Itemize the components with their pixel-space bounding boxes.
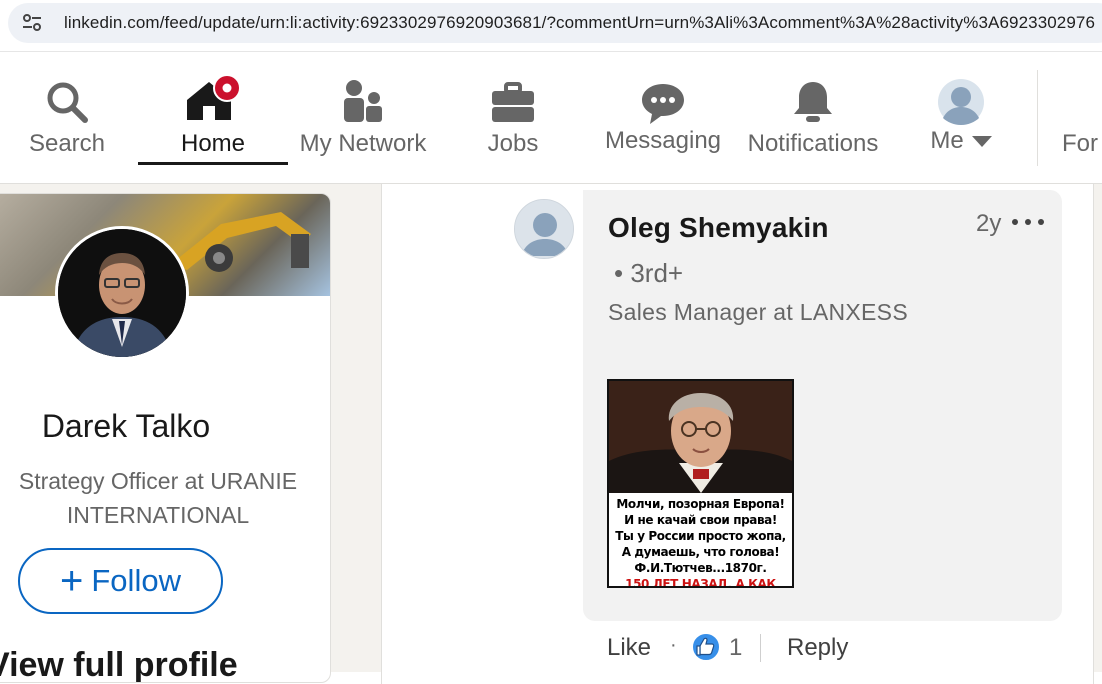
nav-notifications[interactable]: Notifications xyxy=(740,52,886,184)
nav-label: Jobs xyxy=(487,130,539,157)
profile-photo-graphic xyxy=(58,229,186,357)
bell-icon xyxy=(794,82,832,122)
caption-line: 150 ЛЕТ НАЗАД, А КАК xyxy=(625,577,776,588)
nav-divider xyxy=(1037,70,1038,166)
nav-for-business[interactable]: For xyxy=(1062,52,1102,184)
reaction-count[interactable]: 1 xyxy=(729,634,742,662)
like-button[interactable]: Like xyxy=(607,634,651,662)
thumbs-up-icon[interactable] xyxy=(691,632,721,662)
caption-line: А думаешь, что голова! xyxy=(621,545,780,559)
network-icon xyxy=(344,80,382,122)
notification-badge-dot xyxy=(222,83,232,93)
site-settings-icon[interactable] xyxy=(22,14,42,32)
caption-line: Молчи, позорная Европа! xyxy=(616,497,785,511)
caption-line: Ты у России просто жопа, xyxy=(615,529,786,543)
nav-my-network[interactable]: My Network xyxy=(292,52,434,184)
follow-label: Follow xyxy=(91,563,181,598)
nav-messaging[interactable]: Messaging xyxy=(600,52,726,184)
url-text[interactable]: linkedin.com/feed/update/urn:li:activity… xyxy=(64,13,1095,33)
avatar-placeholder-icon xyxy=(515,200,573,258)
briefcase-icon xyxy=(492,82,534,122)
portrait-painting xyxy=(609,381,792,493)
avatar-icon xyxy=(938,79,984,125)
commenter-name[interactable]: Oleg Shemyakin xyxy=(608,212,829,244)
view-full-profile-link[interactable]: View full profile xyxy=(0,646,238,682)
nav-label: My Network xyxy=(299,130,427,157)
nav-label: For xyxy=(1062,130,1098,157)
profile-photo[interactable] xyxy=(55,226,189,360)
nav-label: Home xyxy=(180,130,246,157)
thumbs-up-graphic xyxy=(696,637,715,656)
caption-line: Ф.И.Тютчев...1870г. xyxy=(634,561,767,575)
connection-degree: • 3rd+ xyxy=(614,258,684,288)
headline-line: INTERNATIONAL xyxy=(66,502,250,528)
chat-icon xyxy=(642,84,684,124)
profile-card: Darek Talko Strategy Officer at URANIE I… xyxy=(0,193,331,683)
more-options-icon[interactable] xyxy=(1012,207,1044,237)
right-gutter xyxy=(1094,184,1102,672)
caption-line: И не качай свои права! xyxy=(624,513,777,527)
comment-actions: Like · 1 Reply xyxy=(607,632,907,668)
follow-button[interactable]: + Follow xyxy=(18,548,223,614)
separator-dot: · xyxy=(670,634,677,656)
commenter-headline: Sales Manager at LANXESS xyxy=(608,299,908,325)
global-nav: Search Home My Network Jobs Messaging No… xyxy=(0,52,1102,184)
active-tab-indicator xyxy=(138,162,288,165)
commenter-avatar[interactable] xyxy=(514,199,574,259)
home-icon xyxy=(187,74,241,120)
nav-label: Messaging xyxy=(604,127,722,154)
image-caption: Молчи, позорная Европа! И не качай свои … xyxy=(609,493,792,588)
profile-headline: Strategy Officer at URANIE INTERNATIONAL xyxy=(3,464,313,532)
nav-label: Notifications xyxy=(747,130,879,157)
comment-image[interactable]: Молчи, позорная Европа! И не качай свои … xyxy=(607,379,794,588)
search-icon xyxy=(47,82,88,123)
action-divider xyxy=(760,634,761,662)
address-field[interactable]: linkedin.com/feed/update/urn:li:activity… xyxy=(8,3,1102,43)
excavator-graphic xyxy=(171,212,311,272)
chevron-down-icon xyxy=(972,136,992,147)
plus-icon: + xyxy=(60,559,84,603)
nav-me[interactable]: Me xyxy=(920,52,1002,184)
browser-url-bar: linkedin.com/feed/update/urn:li:activity… xyxy=(0,0,1102,52)
headline-line: Strategy Officer at URANIE xyxy=(18,468,298,494)
profile-name[interactable]: Darek Talko xyxy=(0,408,251,445)
nav-search[interactable]: Search xyxy=(18,52,116,184)
nav-label: Search xyxy=(28,130,106,157)
nav-jobs[interactable]: Jobs xyxy=(470,52,556,184)
reply-button[interactable]: Reply xyxy=(787,634,848,662)
comment-timestamp: 2y xyxy=(976,210,1002,237)
